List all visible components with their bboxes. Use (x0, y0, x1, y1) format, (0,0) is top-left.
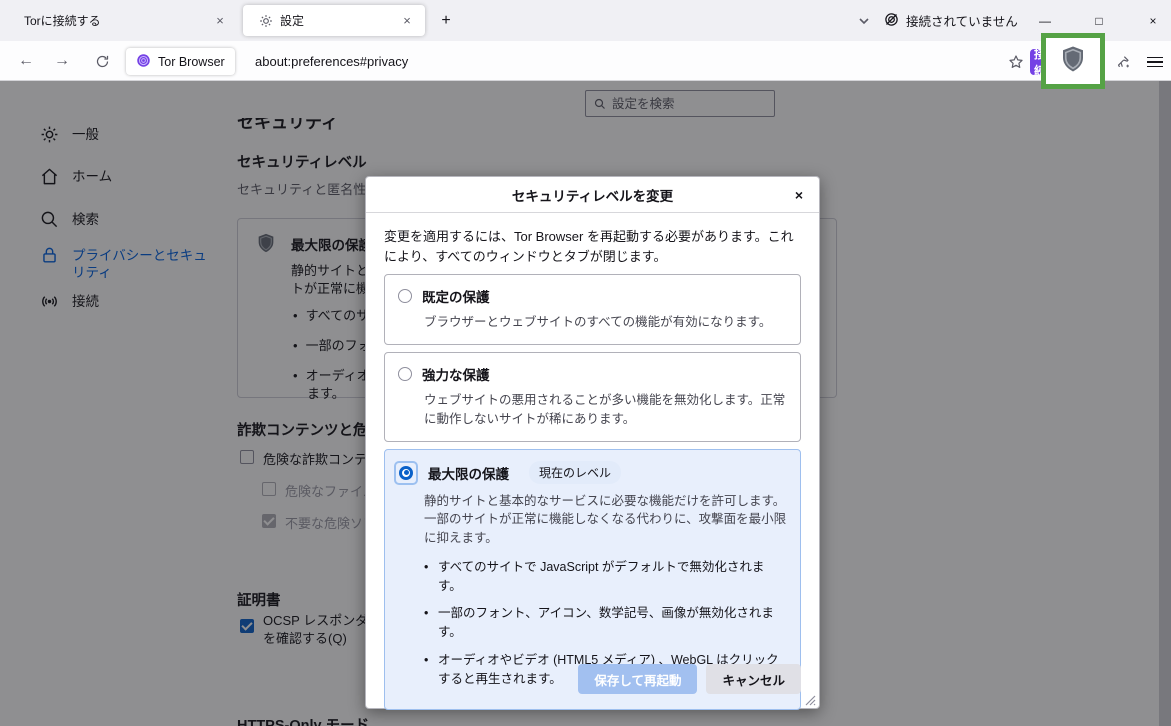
option-safer-protection[interactable]: 強力な保護 ウェブサイトの悪用されることが多い機能を無効化します。正常に動作しな… (384, 352, 801, 442)
new-tab-button[interactable]: + (434, 9, 458, 33)
tab-settings[interactable]: 設定 × (243, 5, 425, 36)
option-label: 強力な保護 (422, 364, 490, 384)
hamburger-menu-icon[interactable] (1142, 49, 1168, 75)
option-description: ブラウザーとウェブサイトのすべての機能が有効になります。 (424, 313, 787, 332)
option-description: 静的サイトと基本的なサービスに必要な機能だけを許可します。一部のサイトが正常に機… (424, 492, 787, 548)
tab-close-icon[interactable]: × (210, 11, 230, 31)
dialog-intro-text: 変更を適用するには、Tor Browser を再起動する必要があります。これによ… (384, 227, 801, 267)
browser-window: Torに接続する × 設定 × + 接続されていません — □ (0, 0, 1171, 726)
tab-bar: Torに接続する × 設定 × + 接続されていません — □ (0, 0, 1171, 41)
tab-connect-to-tor[interactable]: Torに接続する × (8, 5, 238, 36)
window-close-button[interactable]: × (1136, 0, 1170, 41)
url-bar-text[interactable]: about:preferences#privacy (255, 54, 408, 69)
back-button[interactable]: ← (12, 47, 40, 75)
forward-button[interactable]: → (48, 47, 76, 75)
tab-title: 設定 (280, 12, 397, 29)
radio-unselected-icon[interactable] (398, 289, 412, 303)
annotation-highlight-box (1041, 33, 1105, 89)
security-level-shield-icon[interactable] (1058, 44, 1088, 79)
option-standard-protection[interactable]: 既定の保護 ブラウザーとウェブサイトのすべての機能が有効になります。 (384, 274, 801, 345)
bookmark-star-icon[interactable] (1003, 49, 1029, 75)
current-level-badge: 現在のレベル (529, 461, 621, 484)
cancel-button[interactable]: キャンセル (706, 664, 801, 694)
tab-list-chevron-down-icon[interactable] (851, 8, 877, 34)
identity-label: Tor Browser (158, 55, 225, 69)
not-connected-icon (884, 12, 899, 30)
dialog-header: セキュリティレベルを変更 × (366, 177, 819, 213)
gear-icon (259, 14, 273, 28)
option-bullet: すべてのサイトで JavaScript がデフォルトで無効化されます。 (424, 558, 787, 596)
option-label: 既定の保護 (422, 286, 490, 306)
identity-chip[interactable]: Tor Browser (126, 48, 235, 75)
navigation-toolbar: ← → Tor Browser about:preferences#privac… (0, 41, 1171, 81)
tab-title: Torに接続する (24, 12, 210, 29)
dialog-close-icon[interactable]: × (789, 185, 809, 205)
tor-connection-status: 接続されていません (884, 0, 1018, 41)
radio-unselected-icon[interactable] (398, 367, 412, 381)
save-and-restart-button[interactable]: 保存して再起動 (578, 664, 697, 694)
reload-button[interactable] (88, 47, 116, 75)
radio-selected-icon[interactable] (394, 461, 418, 485)
dialog-resize-grip[interactable] (804, 693, 816, 705)
tab-close-icon[interactable]: × (397, 11, 417, 31)
option-bullet: 一部のフォント、アイコン、数学記号、画像が無効化されます。 (424, 604, 787, 642)
status-label: 接続されていません (906, 11, 1018, 30)
new-identity-broom-icon[interactable] (1110, 49, 1136, 75)
tor-onion-icon (136, 53, 151, 71)
dialog-title: セキュリティレベルを変更 (512, 185, 673, 205)
security-level-dialog: セキュリティレベルを変更 × 変更を適用するには、Tor Browser を再起… (365, 176, 820, 709)
option-description: ウェブサイトの悪用されることが多い機能を無効化します。正常に動作しないサイトが稀… (424, 391, 787, 429)
option-label: 最大限の保護 (428, 463, 509, 483)
